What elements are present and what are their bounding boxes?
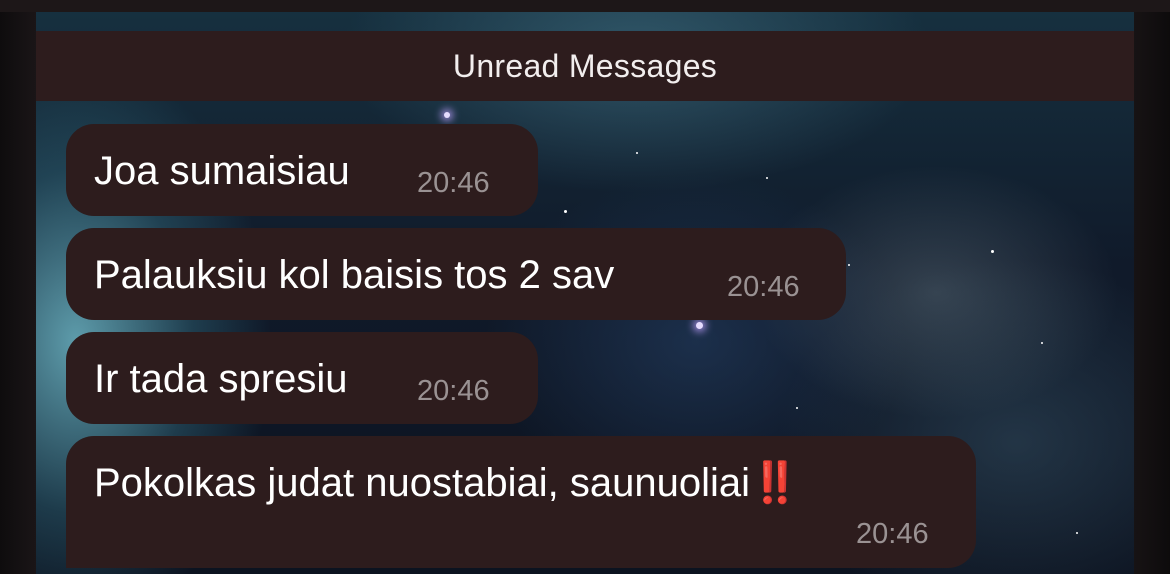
- message-time: 20:46: [417, 375, 490, 407]
- message-text: Ir tada spresiu: [94, 357, 348, 401]
- message-bubble[interactable]: Joa sumaisiau 20:46: [66, 124, 538, 216]
- star: [564, 210, 567, 213]
- window-top-edge: [0, 0, 1170, 12]
- star: [636, 152, 638, 154]
- message-time: 20:46: [856, 518, 929, 550]
- message-time: 20:46: [417, 167, 490, 199]
- star: [1041, 342, 1043, 344]
- message-text-body: Pokolkas judat nuostabiai, saunuoliai: [94, 461, 750, 505]
- message-text: Palauksiu kol baisis tos 2 sav: [94, 253, 615, 297]
- star: [991, 250, 994, 253]
- message-bubble[interactable]: Ir tada spresiu 20:46: [66, 332, 538, 424]
- unread-messages-label: Unread Messages: [452, 47, 718, 84]
- star-sparkle: [444, 112, 450, 118]
- star-sparkle: [696, 322, 703, 329]
- unread-messages-divider: Unread Messages: [36, 31, 1134, 101]
- message-time: 20:46: [727, 271, 800, 303]
- double-exclamation-emoji: ‼️: [750, 461, 800, 505]
- star: [796, 407, 798, 409]
- window-left-edge: [0, 12, 36, 574]
- star: [766, 177, 768, 179]
- star: [1076, 532, 1078, 534]
- message-text: Pokolkas judat nuostabiai, saunuoliai‼️: [94, 461, 800, 505]
- message-bubble[interactable]: Palauksiu kol baisis tos 2 sav 20:46: [66, 228, 846, 320]
- message-text: Joa sumaisiau: [94, 149, 350, 193]
- message-bubble[interactable]: Pokolkas judat nuostabiai, saunuoliai‼️ …: [66, 436, 976, 568]
- star: [848, 264, 850, 266]
- window-right-edge: [1134, 12, 1170, 574]
